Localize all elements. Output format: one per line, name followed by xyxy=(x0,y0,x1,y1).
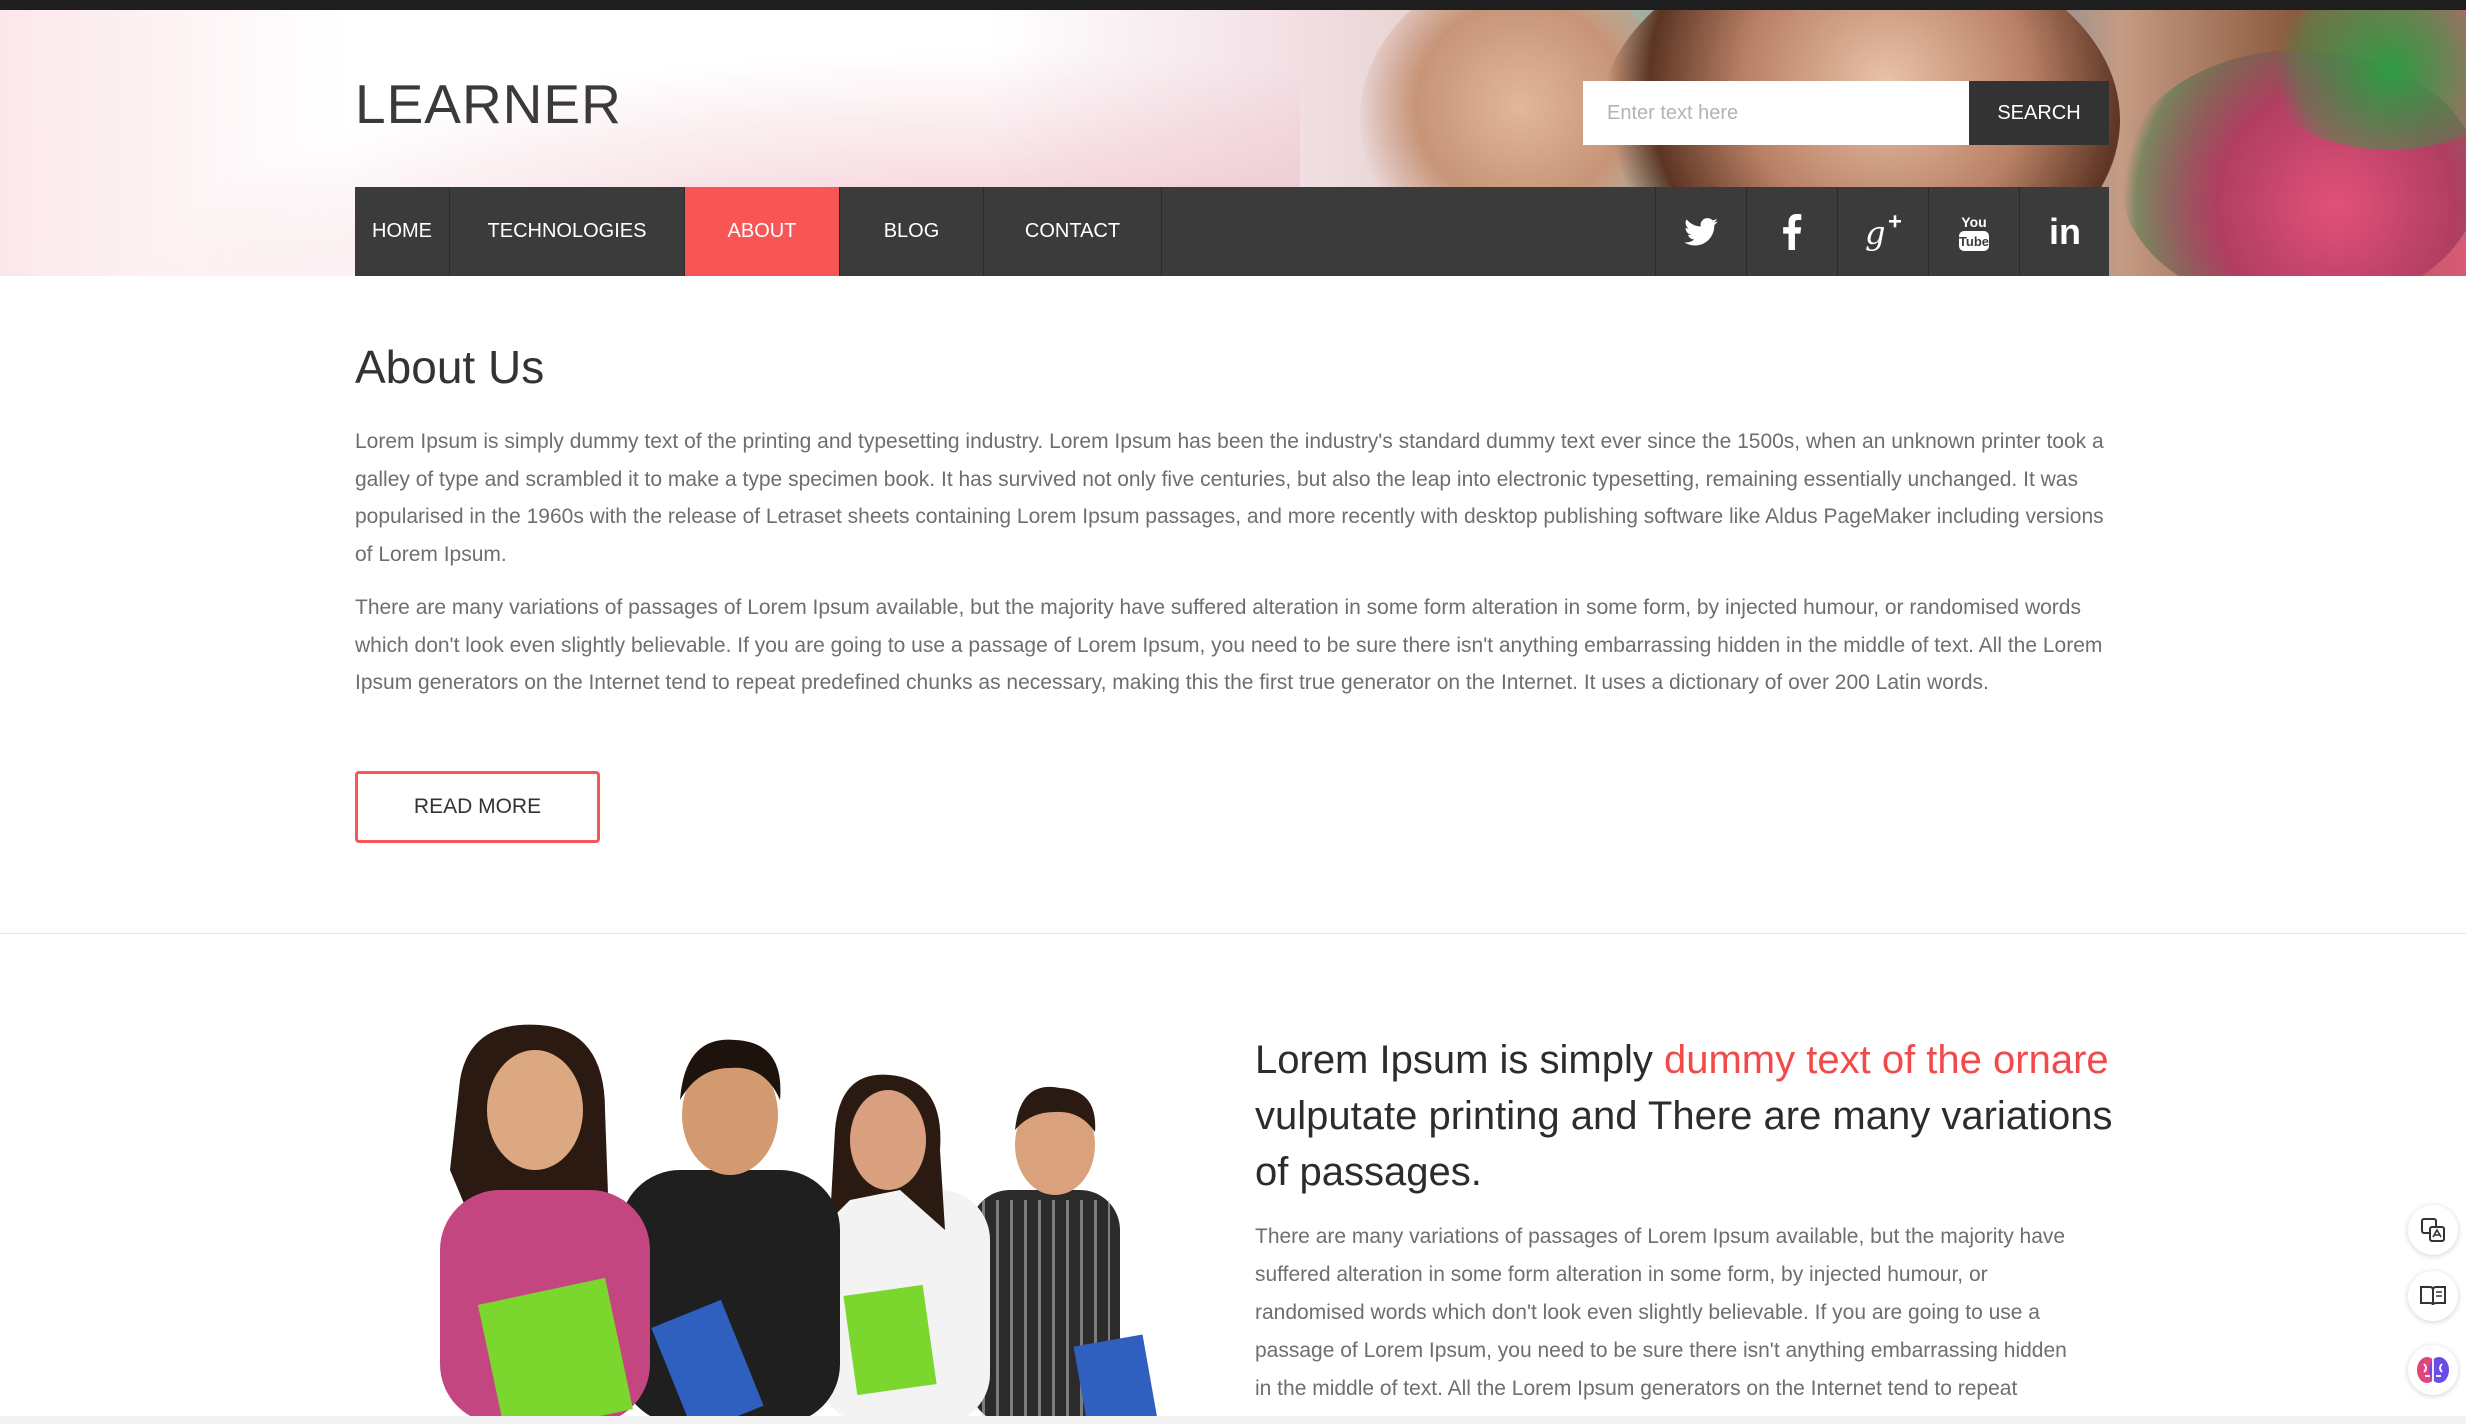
top-border xyxy=(0,0,2466,10)
reader-icon xyxy=(2420,1286,2446,1306)
feature-paragraph: There are many variations of passages of… xyxy=(1255,1225,2067,1400)
youtube-icon: You Tube xyxy=(1959,214,1989,251)
youtube-link[interactable]: You Tube xyxy=(1928,187,2019,276)
feature-heading: Lorem Ipsum is simply dummy text of the … xyxy=(1255,1032,2135,1200)
student-4-folder xyxy=(1073,1334,1158,1424)
ai-assistant-button[interactable] xyxy=(2408,1345,2458,1395)
facebook-icon xyxy=(1783,213,1802,250)
main-nav: HOME TECHNOLOGIES ABOUT BLOG CONTACT g Y… xyxy=(355,187,2109,276)
svg-text:g: g xyxy=(1865,214,1885,252)
translate-icon xyxy=(2421,1218,2445,1242)
facebook-link[interactable] xyxy=(1746,187,1837,276)
twitter-icon xyxy=(1684,217,1718,245)
student-3-notebook xyxy=(843,1284,937,1396)
nav-item-about[interactable]: ABOUT xyxy=(685,187,840,276)
about-paragraph-2: There are many variations of passages of… xyxy=(355,596,2103,694)
google-plus-icon: g xyxy=(1865,214,1901,252)
student-1-face xyxy=(487,1050,583,1170)
about-paragraph-1: Lorem Ipsum is simply dummy text of the … xyxy=(355,430,2104,566)
ai-brain-icon xyxy=(2417,1357,2449,1383)
nav-item-technologies[interactable]: TECHNOLOGIES xyxy=(450,187,685,276)
nav-item-home[interactable]: HOME xyxy=(355,187,450,276)
nav-item-contact[interactable]: CONTACT xyxy=(984,187,1162,276)
feature-heading-part2: vulputate printing and There are many va… xyxy=(1255,1094,2113,1194)
student-3-face xyxy=(850,1090,926,1190)
read-more-button[interactable]: READ MORE xyxy=(355,771,600,843)
youtube-icon-top-text: You xyxy=(1961,214,1986,230)
search-input[interactable] xyxy=(1583,81,1969,145)
nav-item-blog[interactable]: BLOG xyxy=(840,187,984,276)
students-image xyxy=(440,1024,1158,1424)
page-bottom-edge xyxy=(0,1416,2466,1424)
youtube-icon-bottom-text: Tube xyxy=(1959,234,1989,249)
linkedin-link[interactable]: in xyxy=(2019,187,2110,276)
translate-button[interactable] xyxy=(2408,1205,2458,1255)
feature-heading-part1: Lorem Ipsum is simply xyxy=(1255,1038,1664,1082)
twitter-link[interactable] xyxy=(1655,187,1746,276)
linkedin-icon: in xyxy=(2049,210,2081,252)
section-divider xyxy=(0,933,2466,934)
google-plus-link[interactable]: g xyxy=(1837,187,1928,276)
feature-heading-highlight: dummy text of the ornare xyxy=(1663,1038,2109,1082)
site-logo[interactable]: LEARNER xyxy=(355,72,622,136)
reader-button[interactable] xyxy=(2408,1271,2458,1321)
about-title: About Us xyxy=(355,341,545,393)
search-button[interactable]: SEARCH xyxy=(1969,81,2109,145)
